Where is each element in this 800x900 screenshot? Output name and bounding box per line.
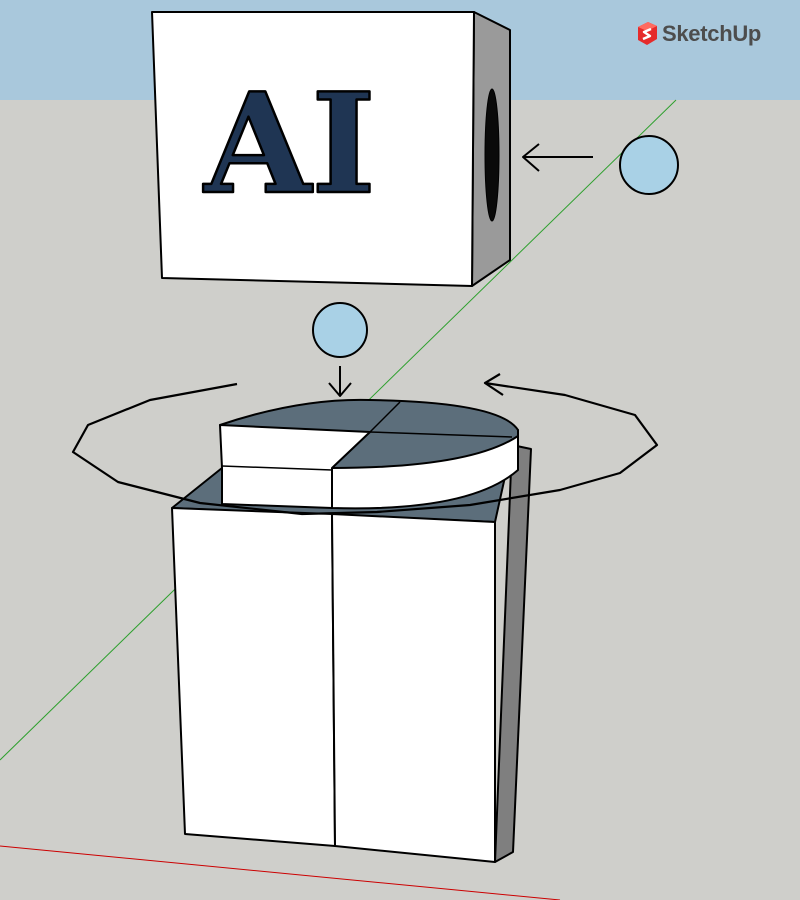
base-block-front-right-face [331, 513, 496, 863]
floating-cube[interactable]: AI [151, 11, 511, 287]
sphere-top[interactable] [312, 302, 368, 358]
cylinder-disc[interactable] [219, 398, 519, 510]
cube-ai-label: AI [202, 62, 376, 225]
base-block-front-left-face [171, 507, 336, 847]
sketchup-logo-icon [638, 22, 657, 45]
sketchup-viewport[interactable]: AI SketchUp [0, 0, 800, 900]
sketchup-logo-text: SketchUp [662, 21, 762, 46]
sphere-right[interactable] [619, 135, 679, 195]
cube-side-hole [484, 88, 500, 222]
sketchup-logo: SketchUp [636, 18, 761, 50]
model-canvas[interactable]: AI [0, 0, 800, 900]
